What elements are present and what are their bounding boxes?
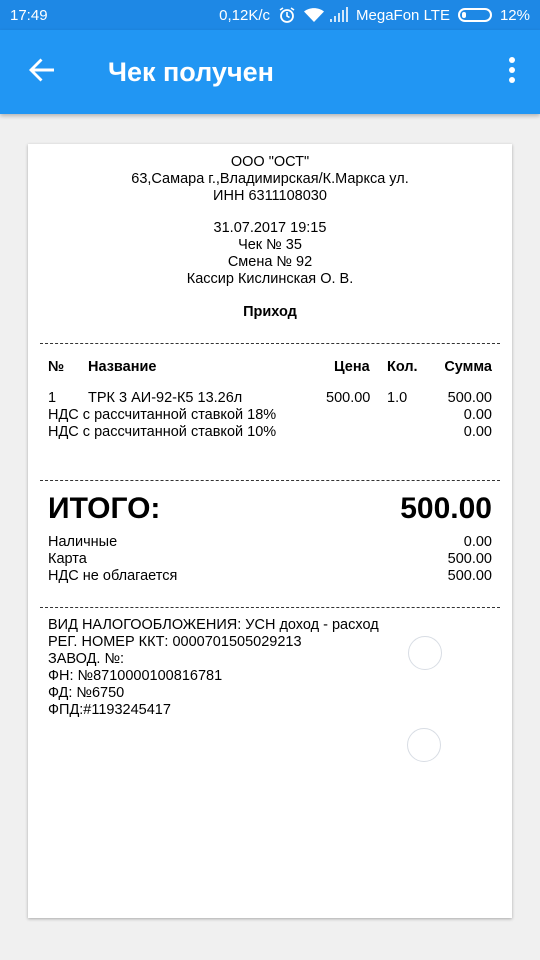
payment-label: НДС не облагается	[48, 568, 178, 584]
overflow-menu-button[interactable]	[484, 30, 540, 114]
receipt-number: Чек № 35	[238, 237, 302, 253]
network-speed: 0,12K/c	[219, 6, 271, 24]
org-address: 63,Самара г.,Владимирская/К.Маркса ул.	[131, 171, 409, 187]
item-name: ТРК 3 АИ-92-К5 13.26л	[88, 390, 243, 406]
app-bar: Чек получен	[0, 30, 540, 114]
signal-icon	[330, 7, 349, 23]
operation-type: Приход	[243, 304, 297, 320]
vat-label: НДС с рассчитанной ставкой 18%	[48, 407, 277, 423]
more-vert-icon	[508, 56, 516, 89]
receipt-header: ООО "ОСТ" 63,Самара г.,Владимирская/К.Ма…	[28, 154, 512, 205]
item-price: 500.00	[326, 390, 371, 406]
vat-row: НДС с рассчитанной ставкой 18% 0.00	[48, 407, 492, 424]
payment-label: Наличные	[48, 534, 118, 550]
divider	[40, 343, 500, 344]
vat-value: 0.00	[463, 407, 492, 423]
touch-ripple	[408, 636, 442, 670]
carrier-name: MegaFon LTE	[356, 6, 450, 24]
page-title: Чек получен	[108, 56, 274, 87]
receipt-datetime: 31.07.2017 19:15	[213, 220, 327, 236]
item-num: 1	[48, 390, 57, 406]
col-name: Название	[88, 359, 157, 375]
item-qty: 1.0	[387, 390, 408, 406]
battery-icon	[457, 8, 492, 22]
org-name: ООО "ОСТ"	[230, 154, 310, 170]
items-table-header: № Название Цена Кол. Сумма	[48, 359, 492, 379]
item-sum: 500.00	[447, 390, 492, 406]
total-row: ИТОГО: 500.00	[48, 491, 492, 527]
factory-number: ЗАВОД. №:	[48, 651, 125, 667]
payment-row: Наличные 0.00	[48, 534, 492, 551]
tax-system: ВИД НАЛОГООБЛОЖЕНИЯ: УСН доход - расход	[48, 617, 379, 633]
payment-row: НДС не облагается 500.00	[48, 568, 492, 585]
vat-value: 0.00	[463, 424, 492, 440]
payment-value: 500.00	[447, 568, 492, 584]
status-right: 0,12K/c MegaFon LTE 12%	[219, 7, 530, 24]
fn-number: ФН: №8710000100816781	[48, 668, 223, 684]
org-inn: ИНН 6311108030	[213, 188, 327, 204]
payment-value: 0.00	[463, 534, 492, 550]
vat-row: НДС с рассчитанной ставкой 10% 0.00	[48, 424, 492, 441]
kkt-reg-number: РЕГ. НОМЕР ККТ: 0000701505029213	[48, 634, 302, 650]
fpd-number: ФПД:#1193245417	[48, 702, 171, 718]
payment-row: Карта 500.00	[48, 551, 492, 568]
cashier-name: Кассир Кислинская О. В.	[186, 271, 354, 287]
divider	[40, 607, 500, 608]
status-bar: 17:49 0,12K/c MegaFon LTE 12%	[0, 0, 540, 30]
vat-label: НДС с рассчитанной ставкой 10%	[48, 424, 277, 440]
col-qty: Кол.	[387, 359, 418, 375]
receipt-meta: 31.07.2017 19:15 Чек № 35 Смена № 92 Кас…	[28, 220, 512, 288]
touch-ripple	[407, 728, 441, 762]
payment-label: Карта	[48, 551, 87, 567]
arrow-back-icon	[28, 56, 56, 89]
fd-number: ФД: №6750	[48, 685, 125, 701]
battery-percent: 12%	[499, 6, 530, 24]
total-value: 500.00	[400, 492, 492, 525]
table-row: 1 ТРК 3 АИ-92-К5 13.26л 500.00 1.0 500.0…	[48, 390, 492, 407]
total-label: ИТОГО:	[48, 492, 161, 525]
wifi-icon	[304, 7, 325, 23]
divider	[40, 480, 500, 481]
payment-value: 500.00	[447, 551, 492, 567]
col-price: Цена	[334, 359, 370, 375]
receipt-card: ООО "ОСТ" 63,Самара г.,Владимирская/К.Ма…	[28, 144, 512, 918]
col-sum: Сумма	[444, 359, 492, 375]
shift-number: Смена № 92	[227, 254, 313, 270]
alarm-icon	[278, 7, 296, 23]
col-num: №	[48, 359, 65, 375]
back-button[interactable]	[0, 30, 84, 114]
status-time: 17:49	[10, 6, 48, 24]
